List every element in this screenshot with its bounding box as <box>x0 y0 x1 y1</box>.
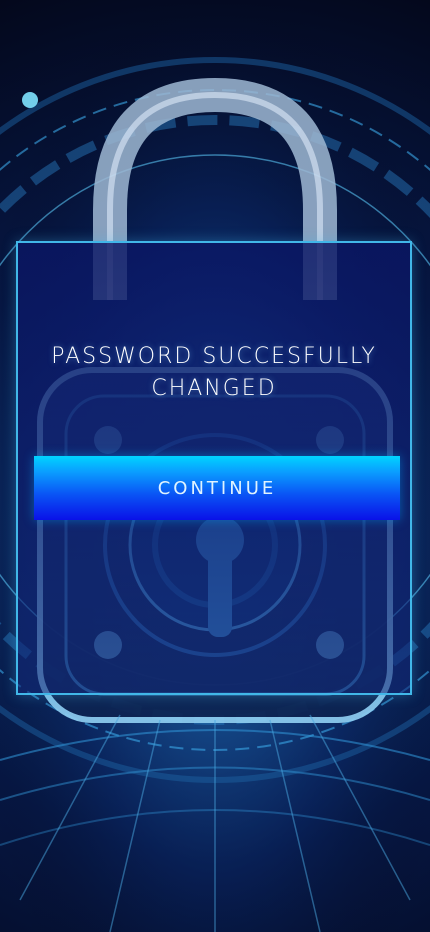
success-dialog: PASSWORD SUCCESFULLY CHANGED CONTINUE <box>16 241 412 695</box>
continue-button[interactable]: CONTINUE <box>34 456 400 520</box>
password-changed-screen: PASSWORD SUCCESFULLY CHANGED CONTINUE <box>0 0 430 932</box>
success-message: PASSWORD SUCCESFULLY CHANGED <box>51 344 377 401</box>
